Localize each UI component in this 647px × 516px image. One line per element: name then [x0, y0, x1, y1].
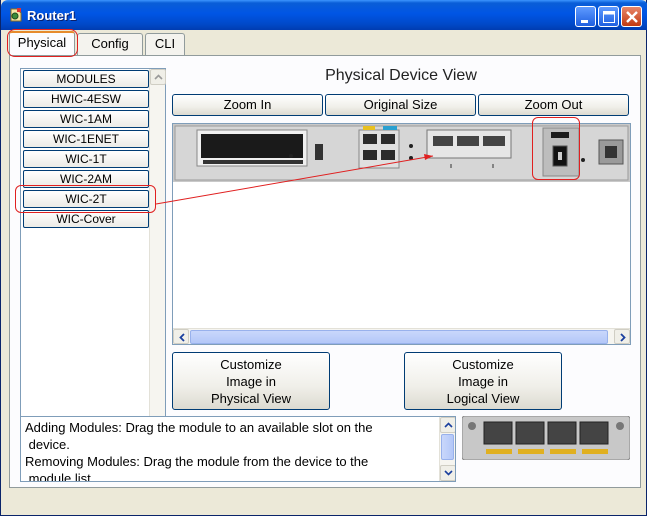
help-line-3: Removing Modules: Drag the module from t…: [25, 454, 369, 469]
chevron-down-icon: [444, 470, 453, 476]
help-text: Adding Modules: Drag the module to an av…: [25, 419, 433, 482]
minimize-button[interactable]: [575, 6, 596, 27]
module-item-wic-1t[interactable]: WIC-1T: [23, 150, 149, 168]
zoom-out-button[interactable]: Zoom Out: [478, 94, 629, 116]
module-preview-image: [462, 416, 630, 460]
device-view-title: Physical Device View: [325, 67, 477, 84]
tab-cli[interactable]: CLI: [145, 33, 185, 55]
router-app-icon: [10, 8, 22, 22]
help-scroll-down-button[interactable]: [440, 465, 455, 481]
tab-physical-annotation: [7, 29, 78, 57]
help-scroll-thumb[interactable]: [441, 434, 454, 460]
chevron-up-icon: [154, 74, 163, 80]
module-list-scrollbar[interactable]: [149, 69, 166, 463]
help-line-4: module list.: [25, 471, 95, 482]
customize-logical-line-3: Logical View: [446, 391, 520, 406]
chevron-up-icon: [444, 422, 453, 428]
wic-2t-annotation-box: [15, 185, 156, 213]
help-scroll-up-button[interactable]: [440, 417, 455, 433]
customize-logical-button[interactable]: Customize Image in Logical View: [404, 352, 562, 410]
chevron-left-icon: [179, 333, 185, 342]
help-scrollbar[interactable]: [439, 417, 455, 481]
help-line-1: Adding Modules: Drag the module to an av…: [25, 420, 373, 435]
help-line-2: device.: [25, 437, 70, 452]
module-item-hwic-4esw[interactable]: HWIC-4ESW: [23, 90, 149, 108]
customize-logical-line-1: Customize: [452, 357, 514, 372]
router-window: Router1 Physical Config CLI MODULES HWIC…: [0, 0, 647, 516]
close-icon: [626, 11, 638, 23]
power-switch-annotation-box: [532, 117, 580, 180]
device-view-scrollbar[interactable]: [173, 328, 630, 344]
original-size-button[interactable]: Original Size: [325, 94, 476, 116]
module-item-wic-1am[interactable]: WIC-1AM: [23, 110, 149, 128]
help-text-box[interactable]: Adding Modules: Drag the module to an av…: [20, 416, 456, 482]
scroll-thumb[interactable]: [190, 330, 608, 344]
module-item-modules[interactable]: MODULES: [23, 70, 149, 88]
maximize-icon: [603, 11, 615, 23]
customize-physical-line-2: Image in: [226, 374, 276, 389]
module-list[interactable]: MODULES HWIC-4ESW WIC-1AM WIC-1ENET WIC-…: [20, 68, 166, 464]
customize-physical-line-3: Physical View: [211, 391, 291, 406]
title-bar[interactable]: Router1: [1, 0, 647, 30]
customize-physical-line-1: Customize: [220, 357, 282, 372]
scroll-left-button[interactable]: [173, 329, 189, 344]
minimize-icon: [581, 20, 588, 23]
customize-physical-button[interactable]: Customize Image in Physical View: [172, 352, 330, 410]
scroll-up-button[interactable]: [150, 69, 166, 85]
zoom-in-button[interactable]: Zoom In: [172, 94, 323, 116]
maximize-button[interactable]: [598, 6, 619, 27]
tab-config[interactable]: Config: [77, 33, 143, 55]
chevron-right-icon: [620, 333, 626, 342]
module-item-wic-1enet[interactable]: WIC-1ENET: [23, 130, 149, 148]
customize-logical-line-2: Image in: [458, 374, 508, 389]
window-title: Router1: [27, 8, 77, 23]
close-button[interactable]: [621, 6, 642, 27]
scroll-right-button[interactable]: [614, 329, 630, 344]
